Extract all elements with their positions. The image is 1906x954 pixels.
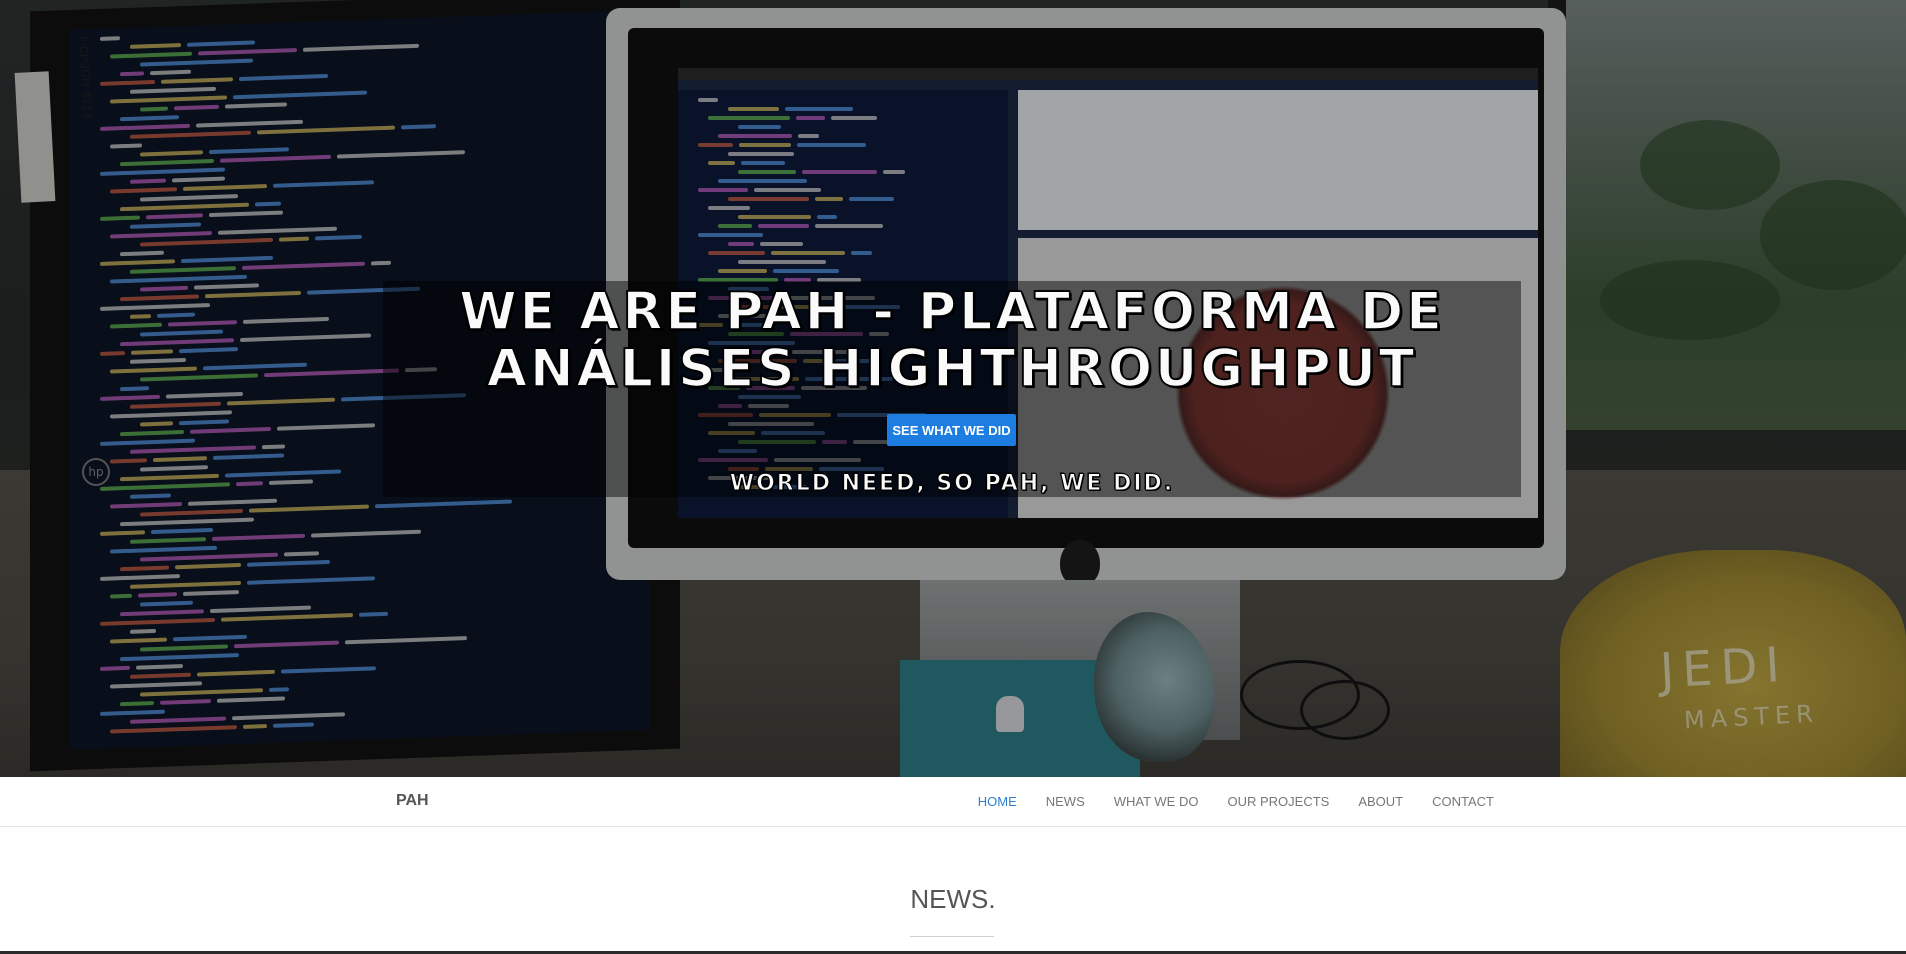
- brand-logo-link[interactable]: PAH: [396, 792, 429, 810]
- hero-tagline: WORLD NEED, SO PAH, WE DID.: [729, 471, 1175, 497]
- nav-link-contact[interactable]: CONTACT: [1432, 794, 1494, 809]
- nav-link-about[interactable]: ABOUT: [1358, 794, 1403, 809]
- nav-item-about: ABOUT: [1358, 793, 1403, 811]
- nav-link-home[interactable]: HOME: [978, 794, 1017, 809]
- main-navbar: PAH HOME NEWS WHAT WE DO OUR PROJECTS AB…: [0, 777, 1906, 827]
- page: hp F-CPOGM 8714 JEDI MASTER WE ARE PAH -…: [0, 0, 1906, 954]
- nav-link-news[interactable]: NEWS: [1046, 794, 1085, 809]
- nav-item-contact: CONTACT: [1432, 793, 1494, 811]
- news-divider: [910, 936, 994, 937]
- nav-item-our-projects: OUR PROJECTS: [1227, 793, 1329, 811]
- nav-item-what-we-do: WHAT WE DO: [1114, 793, 1199, 811]
- hero-title-line-2: ANÁLISES HIGHTHROUGHPUT: [486, 339, 1418, 399]
- nav-link-our-projects[interactable]: OUR PROJECTS: [1227, 794, 1329, 809]
- news-section: NEWS.: [0, 828, 1906, 954]
- hero-title: WE ARE PAH - PLATAFORMA DE ANÁLISES HIGH…: [383, 282, 1521, 399]
- nav-item-home: HOME: [978, 793, 1017, 811]
- hero-title-line-1: WE ARE PAH - PLATAFORMA DE: [458, 282, 1445, 342]
- see-what-we-did-button[interactable]: SEE WHAT WE DID: [887, 414, 1016, 446]
- nav-menu: HOME NEWS WHAT WE DO OUR PROJECTS ABOUT …: [949, 777, 1494, 827]
- nav-item-news: NEWS: [1046, 793, 1085, 811]
- news-heading: NEWS.: [910, 884, 996, 914]
- nav-link-what-we-do[interactable]: WHAT WE DO: [1114, 794, 1199, 809]
- hero-section: hp F-CPOGM 8714 JEDI MASTER WE ARE PAH -…: [0, 0, 1906, 777]
